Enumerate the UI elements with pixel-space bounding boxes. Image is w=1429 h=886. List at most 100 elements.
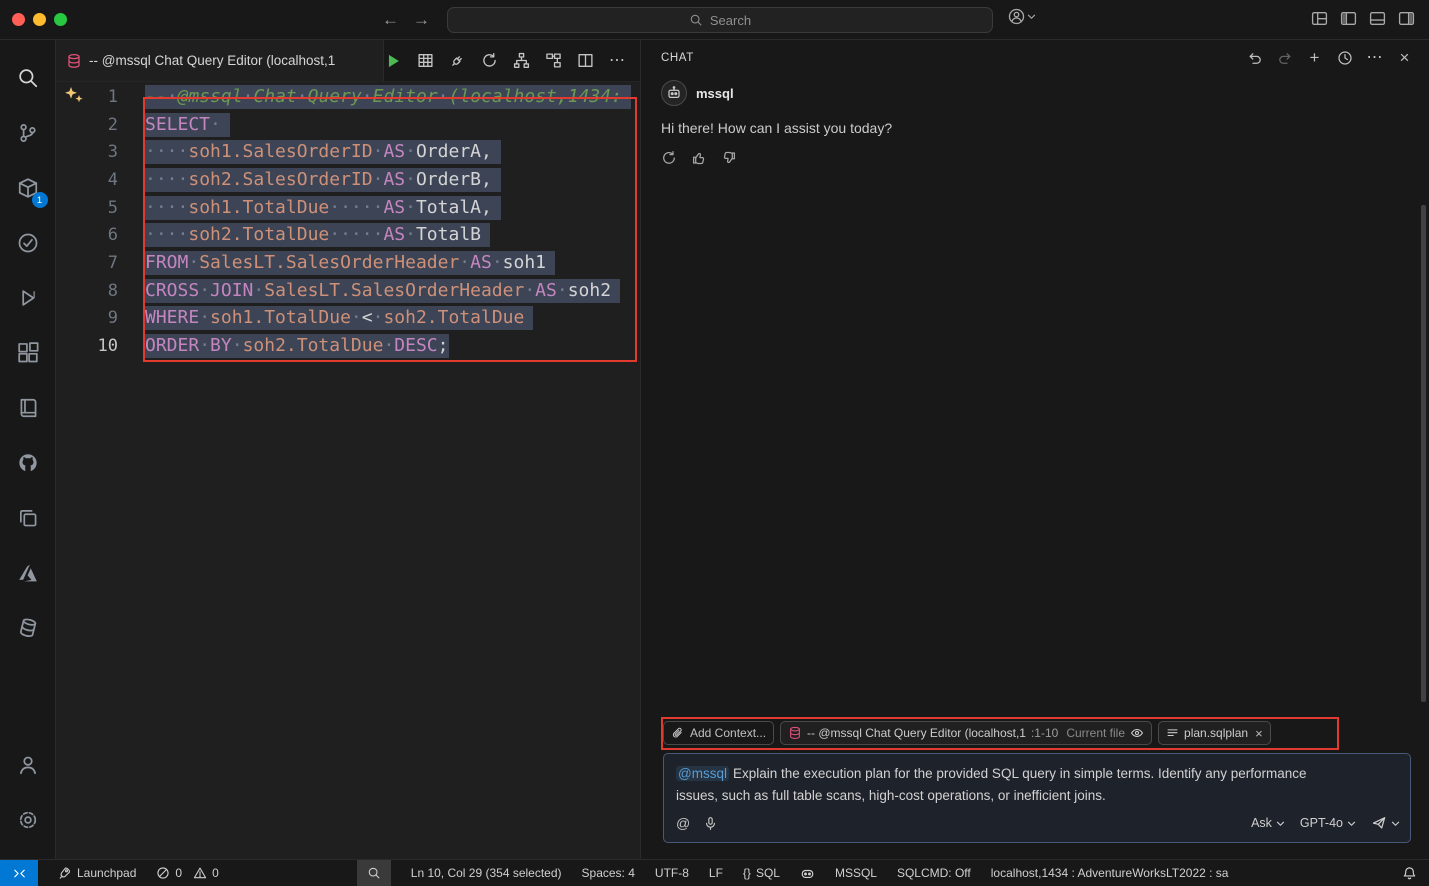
command-center-search[interactable]: Search [447, 7, 993, 33]
message-sender: mssql [696, 86, 734, 101]
warning-icon [193, 866, 207, 880]
undo-icon [1247, 50, 1263, 66]
language-mode[interactable]: {} SQL [743, 866, 780, 880]
activitybar-notebooks[interactable] [6, 384, 50, 432]
activitybar-remote-explorer[interactable] [6, 494, 50, 542]
line-number: 9 [56, 308, 118, 328]
activitybar-run-debug[interactable] [6, 274, 50, 322]
code-line[interactable]: 2SELECT· [56, 111, 640, 139]
code-line[interactable]: 8CROSS·JOIN·SalesLT.SalesOrderHeader·AS·… [56, 277, 640, 305]
model-picker[interactable]: GPT-4o [1300, 816, 1356, 830]
eye-icon[interactable] [1130, 726, 1144, 740]
activitybar-azure[interactable] [6, 549, 50, 597]
accounts-menu[interactable] [1008, 8, 1036, 25]
remove-chip-icon[interactable]: × [1255, 726, 1263, 741]
microphone-icon[interactable] [703, 816, 718, 831]
launchpad-button[interactable]: Launchpad [58, 866, 136, 880]
toggle-sidebar-right-icon[interactable] [1398, 10, 1415, 27]
code-line[interactable]: 1--·@mssql·Chat·Query·Editor·(localhost,… [56, 83, 640, 111]
chat-undo-button[interactable] [1246, 50, 1263, 67]
activitybar-projects[interactable]: 1 [6, 164, 50, 212]
traffic-lights[interactable] [12, 13, 67, 26]
editor-tab[interactable]: -- @mssql Chat Query Editor (localhost,1 [56, 40, 384, 81]
run-query-button[interactable] [384, 52, 402, 70]
sparkle-icon[interactable] [63, 86, 85, 106]
change-database-button[interactable] [480, 52, 498, 70]
mode-picker[interactable]: Ask [1251, 816, 1285, 830]
minimize-window-button[interactable] [33, 13, 46, 26]
regenerate-button[interactable] [661, 150, 678, 167]
context-chip-plan[interactable]: plan.sqlplan × [1158, 721, 1271, 745]
line-text: CROSS·JOIN·SalesLT.SalesOrderHeader·AS·s… [145, 279, 620, 303]
chat-more-button[interactable]: ⋯ [1366, 50, 1383, 67]
activitybar-extensions[interactable] [6, 329, 50, 377]
new-chat-button[interactable]: + [1306, 50, 1323, 67]
connect-button[interactable] [448, 52, 466, 70]
maximize-window-button[interactable] [54, 13, 67, 26]
code-line[interactable]: 6····soh2.TotalDue·····AS·TotalB [56, 221, 640, 249]
split-editor-button[interactable] [576, 52, 594, 70]
send-button[interactable] [1371, 815, 1400, 831]
chat-history-button[interactable] [1336, 50, 1353, 67]
activitybar-settings[interactable] [6, 796, 50, 844]
nav-back-icon[interactable]: ← [382, 10, 399, 30]
remote-indicator[interactable] [0, 860, 38, 886]
activitybar-github[interactable] [6, 439, 50, 487]
copilot-status[interactable] [800, 866, 815, 881]
connection-status[interactable]: localhost,1434 : AdventureWorksLT2022 : … [991, 866, 1229, 880]
line-text: ····soh2.TotalDue·····AS·TotalB [145, 223, 490, 247]
error-icon [156, 866, 170, 880]
chat-close-button[interactable]: × [1396, 50, 1413, 67]
close-window-button[interactable] [12, 13, 25, 26]
code-editor[interactable]: 1--·@mssql·Chat·Query·Editor·(localhost,… [56, 82, 640, 859]
github-icon [17, 452, 39, 474]
chat-scrollbar[interactable] [1421, 205, 1426, 702]
add-context-button[interactable]: Add Context... [663, 721, 774, 745]
thumbs-down-button[interactable] [721, 150, 738, 167]
chat-input-area: Add Context... -- @mssql Chat Query Edit… [641, 719, 1429, 859]
bot-avatar [661, 80, 687, 106]
activitybar-account[interactable] [6, 741, 50, 789]
sqlcmd-status[interactable]: SQLCMD: Off [897, 866, 971, 880]
indentation-indicator[interactable]: Spaces: 4 [582, 866, 635, 880]
encoding-indicator[interactable]: UTF-8 [655, 866, 689, 880]
customize-layout-icon[interactable] [1311, 10, 1328, 27]
code-line[interactable]: 10ORDER·BY·soh2.TotalDue·DESC; [56, 332, 640, 360]
more-actions-button[interactable]: ⋯ [608, 52, 626, 70]
database-icon [66, 53, 82, 69]
toggle-panel-icon[interactable] [1369, 10, 1386, 27]
activitybar-tasks[interactable] [6, 219, 50, 267]
results-grid-button[interactable] [416, 52, 434, 70]
chat-input-text[interactable]: @mssqlExplain the execution plan for the… [664, 754, 1324, 807]
chevron-down-icon [1027, 13, 1036, 20]
notifications-bell[interactable] [1402, 866, 1417, 881]
code-line[interactable]: 4····soh2.SalesOrderID·AS·OrderB, [56, 166, 640, 194]
toggle-sidebar-left-icon[interactable] [1340, 10, 1357, 27]
line-text: ····soh1.SalesOrderID·AS·OrderA, [145, 140, 501, 164]
robot-icon [666, 85, 682, 101]
activitybar-source-control[interactable] [6, 109, 50, 157]
thumbs-up-button[interactable] [691, 150, 708, 167]
context-chip-file[interactable]: -- @mssql Chat Query Editor (localhost,1… [780, 721, 1152, 745]
mention-button[interactable]: @ [676, 815, 690, 831]
mention-chip[interactable]: @mssql [676, 766, 729, 781]
mssql-status[interactable]: MSSQL [835, 866, 877, 880]
table-icon [417, 52, 434, 69]
cursor-position[interactable]: Ln 10, Col 29 (354 selected) [411, 866, 562, 880]
code-line[interactable]: 9WHERE·soh1.TotalDue·<·soh2.TotalDue [56, 305, 640, 333]
chat-redo-button[interactable] [1276, 50, 1293, 67]
estimated-plan-button[interactable] [544, 52, 562, 70]
activitybar-search[interactable] [6, 54, 50, 102]
eol-indicator[interactable]: LF [709, 866, 723, 880]
zoom-indicator[interactable] [357, 860, 391, 886]
code-line[interactable]: 7FROM·SalesLT.SalesOrderHeader·AS·soh1 [56, 249, 640, 277]
code-line[interactable]: 5····soh1.TotalDue·····AS·TotalA, [56, 194, 640, 222]
query-plan-button[interactable] [512, 52, 530, 70]
chat-panel-title: CHAT [661, 52, 694, 64]
activity-bar: 1 [0, 40, 56, 859]
nav-forward-icon[interactable]: → [413, 10, 430, 30]
code-line[interactable]: 3····soh1.SalesOrderID·AS·OrderA, [56, 138, 640, 166]
problems-indicator[interactable]: 0 0 [156, 866, 218, 880]
chat-input-box[interactable]: @mssqlExplain the execution plan for the… [663, 753, 1411, 843]
activitybar-mssql[interactable] [6, 604, 50, 652]
